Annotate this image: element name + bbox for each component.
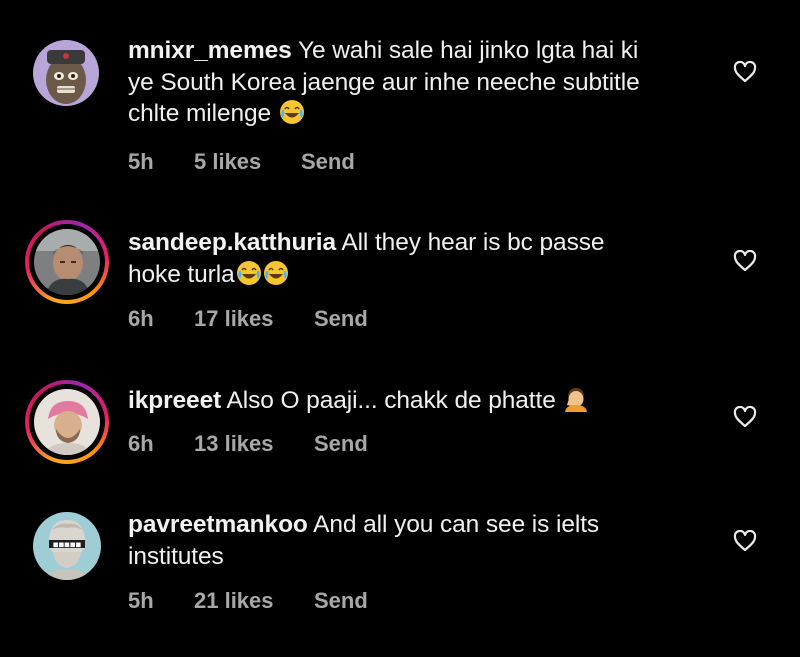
comment-time: 6h (128, 431, 154, 456)
comment-body-line: Also O paaji... chakk de phatte (226, 387, 556, 414)
avatar[interactable] (33, 40, 99, 106)
comment-time: 5h (128, 588, 154, 613)
comment-username[interactable]: pavreetmankoo (128, 511, 308, 538)
comment-body-line: chlte milenge (128, 100, 272, 127)
comment-text: ikpreeet Also O paaji... chakk de phatte (128, 385, 708, 417)
heart-outline-icon[interactable] (733, 406, 757, 428)
heart-outline-icon[interactable] (733, 61, 757, 83)
person-facepalming-icon (565, 388, 588, 412)
comment-body-line: institutes (128, 542, 224, 570)
heart-outline-icon[interactable] (733, 250, 757, 272)
comment-text: mnixr_memes Ye wahi sale hai jinko lgta … (128, 35, 708, 130)
comment-body-line: ye South Korea jaenge aur inhe neeche su… (128, 68, 640, 96)
comment-time: 5h (128, 149, 154, 174)
comment-body-line: All they hear is bc passe (341, 229, 605, 256)
avatar[interactable] (34, 229, 100, 295)
comment-username[interactable]: ikpreeet (128, 387, 221, 414)
comment-body-line: hoke turla (128, 260, 235, 288)
heart-outline-icon[interactable] (733, 530, 757, 552)
comment-body-line: Ye wahi sale hai jinko lgta hai ki (297, 37, 639, 64)
comment-time: 6h (128, 306, 154, 331)
comment-text: pavreetmankoo And all you can see is iel… (128, 509, 708, 572)
comment-likes[interactable]: 5 likes (194, 149, 261, 175)
comment-body-line: And all you can see is ielts (313, 511, 600, 538)
send-button[interactable]: Send (314, 588, 368, 614)
svg-text:■■■■■: ■■■■■ (53, 542, 82, 549)
comment-text: sandeep.katthuria All they hear is bc pa… (128, 227, 708, 290)
face-with-tears-of-joy-icon (263, 260, 288, 285)
comment-likes[interactable]: 17 likes (194, 306, 274, 332)
send-button[interactable]: Send (314, 431, 368, 457)
comment-likes[interactable]: 21 likes (194, 588, 274, 614)
comment-likes[interactable]: 13 likes (194, 431, 274, 457)
avatar[interactable] (34, 389, 100, 455)
send-button[interactable]: Send (301, 149, 355, 175)
avatar[interactable]: ■■■■■ (33, 512, 101, 580)
face-with-tears-of-joy-icon (279, 100, 304, 124)
face-with-tears-of-joy-icon (236, 260, 261, 285)
send-button[interactable]: Send (314, 306, 368, 332)
comment-username[interactable]: mnixr_memes (128, 37, 292, 64)
comment-username[interactable]: sandeep.katthuria (128, 229, 336, 256)
